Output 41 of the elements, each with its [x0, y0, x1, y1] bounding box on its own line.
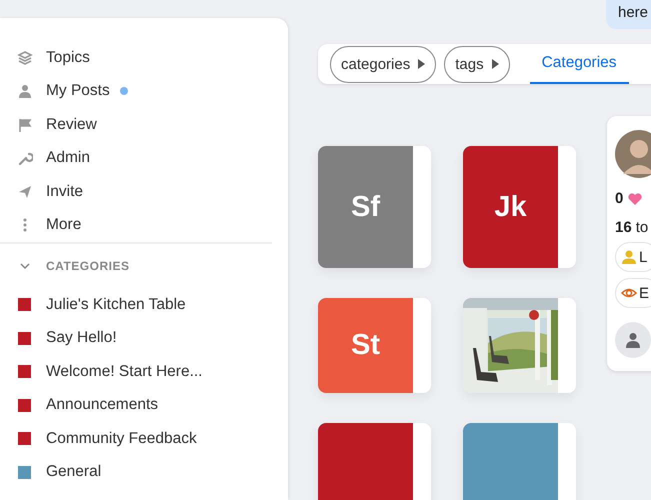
layers-icon: [17, 50, 33, 66]
avatar: [615, 130, 651, 178]
topics-count: 16 to: [615, 219, 648, 236]
wrench-icon: [17, 150, 33, 166]
tab[interactable]: Categories: [530, 44, 629, 84]
caret-icon: [492, 59, 499, 69]
nav-item[interactable]: Admin: [46, 149, 90, 168]
category-tile[interactable]: Sf: [318, 146, 431, 268]
category-item[interactable]: General: [46, 463, 102, 482]
user-avatar[interactable]: [615, 322, 651, 358]
caret-icon: [418, 59, 426, 69]
likes-count: 0: [615, 190, 624, 207]
dots-icon: [23, 218, 27, 232]
breadcrumb-dropdown[interactable]: tags: [444, 46, 510, 82]
person-icon: [17, 83, 33, 100]
section-header[interactable]: CATEGORIES: [46, 259, 130, 273]
category-initials: St: [351, 329, 380, 362]
nav-item[interactable]: More: [46, 216, 82, 234]
category-item[interactable]: Community Feedback: [46, 430, 197, 448]
category-item[interactable]: Say Hello!: [46, 329, 117, 348]
badge[interactable]: E: [615, 278, 651, 308]
category-item[interactable]: Announcements: [46, 396, 158, 414]
paper-plane-icon: [17, 184, 33, 200]
person-icon: [621, 249, 637, 265]
category-tile[interactable]: [463, 298, 576, 393]
nav-item[interactable]: Review: [46, 116, 97, 134]
chat-bubble: here: [606, 0, 651, 29]
category-tile[interactable]: Jk: [463, 146, 576, 268]
badge[interactable]: L: [615, 242, 651, 272]
nav-item[interactable]: My Posts: [46, 82, 110, 100]
category-initials: Sf: [351, 190, 380, 224]
category-initials: Jk: [494, 190, 527, 224]
category-item[interactable]: Welcome! Start Here...: [46, 362, 202, 381]
person-icon: [625, 332, 641, 348]
heart-icon: [627, 192, 644, 206]
category-item[interactable]: Julie's Kitchen Table: [46, 296, 186, 314]
category-tile[interactable]: St: [318, 298, 431, 393]
nav-item[interactable]: Topics: [46, 48, 90, 67]
flag-icon: [17, 116, 33, 133]
breadcrumb-dropdown[interactable]: categories: [330, 46, 436, 82]
nav-item[interactable]: Invite: [46, 182, 84, 201]
